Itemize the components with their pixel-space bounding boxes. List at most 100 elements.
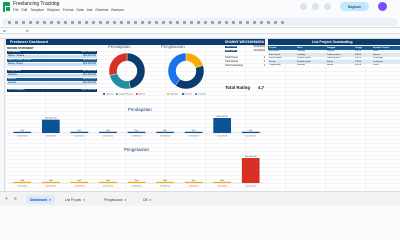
table-cell[interactable]: Landing bbox=[296, 64, 326, 68]
toolbar-tool-icon[interactable] bbox=[169, 20, 172, 24]
menu-item-alat[interactable]: Alat bbox=[87, 8, 93, 14]
donut-slice-belum[interactable] bbox=[108, 52, 128, 76]
toolbar-tool-icon[interactable] bbox=[15, 20, 18, 24]
toolbar-tool-icon[interactable] bbox=[43, 20, 46, 24]
toolbar-tool-icon[interactable] bbox=[8, 20, 11, 24]
sheet-tab-list-proyek[interactable]: List Proyek ▾ bbox=[61, 195, 89, 204]
bar-1[interactable] bbox=[41, 181, 60, 183]
toolbar-tool-icon[interactable] bbox=[92, 20, 95, 24]
avatar[interactable] bbox=[378, 2, 387, 11]
toolbar-tool-icon[interactable] bbox=[253, 20, 256, 24]
toolbar-tool-icon[interactable] bbox=[36, 20, 39, 24]
toolbar-tool-icon[interactable] bbox=[99, 20, 102, 24]
comment-icon[interactable] bbox=[312, 3, 319, 10]
toolbar-tool-icon[interactable] bbox=[239, 20, 242, 24]
bar-6[interactable] bbox=[184, 181, 203, 183]
chevron-down-icon[interactable]: ▾ bbox=[49, 198, 50, 202]
toolbar-tool-icon[interactable] bbox=[274, 20, 277, 24]
toolbar-tool-icon[interactable] bbox=[162, 20, 165, 24]
chevron-down-icon[interactable]: ▾ bbox=[83, 198, 84, 202]
table-cell[interactable]: Belum bbox=[326, 64, 354, 68]
toolbar-tool-icon[interactable] bbox=[211, 20, 214, 24]
bar-3[interactable] bbox=[99, 131, 117, 133]
sheets-logo-icon[interactable] bbox=[3, 2, 11, 12]
star-icon[interactable]: ☆ bbox=[52, 1, 56, 7]
menu-item-edit[interactable]: Edit bbox=[21, 8, 27, 14]
bar-3[interactable] bbox=[99, 181, 117, 183]
toolbar-tool-icon[interactable] bbox=[22, 20, 25, 24]
toolbar-tool-icon[interactable] bbox=[127, 20, 130, 24]
toolbar-tool-icon[interactable] bbox=[183, 20, 186, 24]
menu-item-bantuan[interactable]: Bantuan bbox=[111, 8, 124, 14]
pengeluaran-bar-chart[interactable]: Rp0 01/04/2024 Rp0 01/05/2024 Rp0 01/06/2024 R… bbox=[8, 152, 265, 188]
table-row[interactable]: Copywriting Landing Belum 8/9/24 Fiverr bbox=[268, 64, 400, 68]
menu-item-tampilan[interactable]: Tampilan bbox=[30, 8, 44, 14]
toolbar-tool-icon[interactable] bbox=[204, 20, 207, 24]
menu-item-sisipkan[interactable]: Sisipkan bbox=[47, 8, 60, 14]
donut-slice-software[interactable] bbox=[185, 52, 204, 69]
add-sheet-icon[interactable]: + bbox=[5, 196, 8, 202]
chevron-down-icon[interactable]: ▾ bbox=[125, 198, 126, 202]
bar-0[interactable] bbox=[13, 131, 32, 133]
toolbar-tool-icon[interactable] bbox=[176, 20, 179, 24]
toolbar-tool-icon[interactable] bbox=[50, 20, 53, 24]
bar-5[interactable] bbox=[156, 131, 174, 133]
toolbar-tool-icon[interactable] bbox=[134, 20, 137, 24]
toolbar-tool-icon[interactable] bbox=[260, 20, 263, 24]
toolbar-tool-icon[interactable] bbox=[148, 20, 151, 24]
bar-7[interactable] bbox=[213, 118, 232, 133]
donut-slice-internet[interactable] bbox=[175, 65, 205, 90]
table-cell[interactable]: Fiverr bbox=[372, 64, 400, 68]
bar-6[interactable] bbox=[184, 131, 203, 133]
bar-7[interactable] bbox=[213, 181, 232, 183]
bar-5[interactable] bbox=[156, 181, 174, 183]
toolbar-tool-icon[interactable] bbox=[155, 20, 158, 24]
toolbar-tool-icon[interactable] bbox=[232, 20, 235, 24]
bar-1[interactable] bbox=[41, 119, 60, 133]
toolbar-tool-icon[interactable] bbox=[218, 20, 221, 24]
meet-icon[interactable] bbox=[324, 3, 331, 10]
menu-item-file[interactable]: File bbox=[13, 8, 18, 14]
toolbar-tool-icon[interactable] bbox=[106, 20, 109, 24]
donut-slice-dalam-proses[interactable] bbox=[109, 73, 131, 90]
share-button[interactable]: Bagikan bbox=[340, 2, 369, 11]
projects-table[interactable]: Proyek Klien Tanggal Tenggt Sumber Project K… bbox=[268, 46, 400, 67]
history-icon[interactable] bbox=[300, 3, 307, 10]
toolbar-tool-icon[interactable] bbox=[281, 20, 284, 24]
bar-4[interactable] bbox=[127, 181, 146, 183]
toolbar-tool-icon[interactable] bbox=[246, 20, 249, 24]
menu-item-format[interactable]: Format bbox=[63, 8, 74, 14]
toolbar-tool-icon[interactable] bbox=[71, 20, 74, 24]
sheet-tab-dashboard[interactable]: Dashboard ▾ bbox=[26, 195, 55, 204]
table-cell[interactable]: 8/9/24 bbox=[354, 64, 372, 68]
donut-chart-pengeluaran[interactable] bbox=[166, 51, 206, 91]
toolbar-tool-icon[interactable] bbox=[64, 20, 67, 24]
toolbar-tool-icon[interactable] bbox=[197, 20, 200, 24]
bar-8[interactable] bbox=[241, 131, 260, 133]
toolbar-tool-icon[interactable] bbox=[225, 20, 228, 24]
toolbar-tool-icon[interactable] bbox=[113, 20, 116, 24]
menu-item-data[interactable]: Data bbox=[76, 8, 83, 14]
bar-2[interactable] bbox=[70, 131, 89, 133]
pendapatan-bar-chart[interactable]: Rp0 01/04/2024 Rp8.000.000 01/05/2024 Rp0 01/… bbox=[8, 112, 265, 138]
donut-slice-selesai[interactable] bbox=[126, 52, 146, 89]
sheet-tab-pengeluaran[interactable]: Pengeluaran ▾ bbox=[100, 195, 130, 204]
sheet-tab-db[interactable]: DB ▾ bbox=[139, 195, 155, 204]
bar-8[interactable] bbox=[241, 158, 260, 183]
toolbar-tool-icon[interactable] bbox=[120, 20, 123, 24]
toolbar-tool-icon[interactable] bbox=[190, 20, 193, 24]
toolbar-tool-icon[interactable] bbox=[267, 20, 270, 24]
bar-2[interactable] bbox=[70, 181, 89, 183]
donut-chart-pendapatan[interactable] bbox=[107, 51, 147, 91]
table-cell[interactable]: Copywriting bbox=[268, 64, 296, 68]
toolbar-tool-icon[interactable] bbox=[141, 20, 144, 24]
toolbar-tool-icon[interactable] bbox=[85, 20, 88, 24]
toolbar-tool-icon[interactable] bbox=[78, 20, 81, 24]
bar-0[interactable] bbox=[13, 181, 32, 183]
menu-item-ekstensi[interactable]: Ekstensi bbox=[95, 8, 108, 14]
toolbar-tool-icon[interactable] bbox=[57, 20, 60, 24]
toolbar-tool-icon[interactable] bbox=[29, 20, 32, 24]
bar-4[interactable] bbox=[127, 131, 146, 133]
all-sheets-icon[interactable]: ≡ bbox=[14, 196, 17, 202]
chevron-down-icon[interactable]: ▾ bbox=[150, 198, 151, 202]
